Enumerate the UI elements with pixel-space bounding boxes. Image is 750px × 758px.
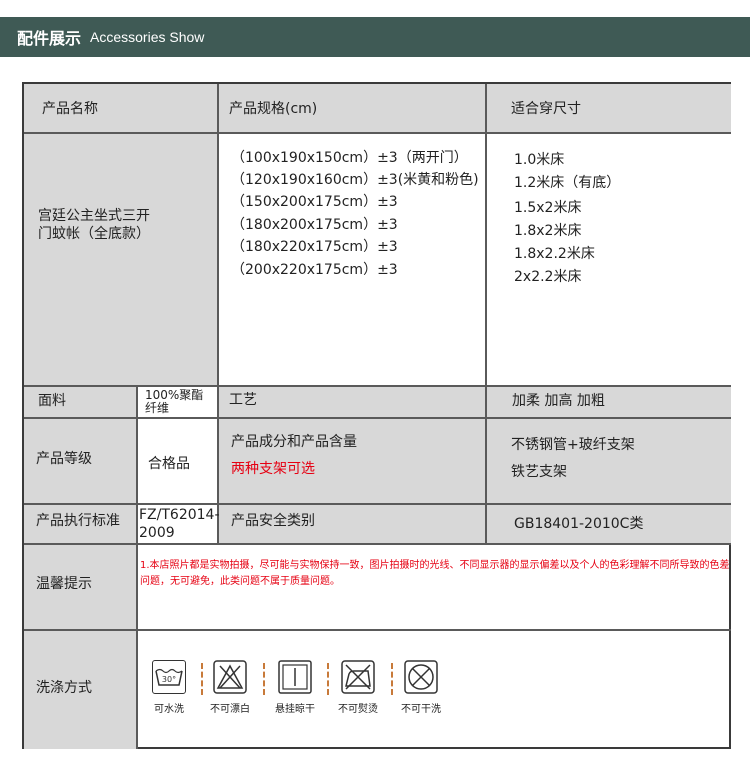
iron-cross-icon: [341, 660, 375, 694]
standard-label: 产品执行标准: [36, 513, 120, 529]
fabric-value-line: 纤维: [145, 401, 170, 415]
section-title-cn: 配件展示: [17, 29, 82, 48]
wash-tub-icon: 30°: [155, 668, 183, 686]
standard-value-line: 2009: [139, 525, 175, 541]
row-divider: [24, 385, 731, 387]
label-col-bg-name: [24, 133, 218, 386]
row-divider: [24, 417, 731, 419]
craft-bg: [218, 386, 486, 418]
grade-label: 产品等级: [36, 451, 92, 467]
product-name-line: 宫廷公主坐式三开: [38, 208, 150, 224]
triangle-cross-icon: [213, 660, 247, 694]
wash-icon-label: 不可漂白: [210, 704, 250, 715]
no-dry-clean-icon: 不可干洗: [396, 660, 446, 715]
wash-divider: [327, 663, 329, 695]
composition-note: 两种支架可选: [231, 461, 315, 477]
fit-item: 1.0米床: [514, 152, 565, 168]
wash-divider: [391, 663, 393, 695]
header-product-name: 产品名称: [42, 101, 98, 117]
no-bleach-icon: 不可漂白: [205, 660, 255, 715]
safety-value: GB18401-2010C类: [514, 516, 644, 532]
fit-item: 1.8x2.2米床: [514, 246, 595, 262]
notice-text: 1.本店照片都是实物拍摄，尽可能与实物保持一致，图片拍摄时的光线、不同显示器的显…: [140, 560, 730, 587]
row-divider: [24, 629, 731, 631]
fit-item: 1.5x2米床: [514, 200, 582, 216]
spec-item: （200x220x175cm）±3: [231, 262, 398, 278]
section-title-en: Accessories Show: [90, 29, 205, 45]
safety-label: 产品安全类别: [231, 513, 315, 529]
wash-icon-label: 不可熨烫: [338, 704, 378, 715]
spec-table: 产品名称 产品规格(cm) 适合穿尺寸 宫廷公主坐式三开 门蚊帐（全底款） （1…: [22, 82, 731, 749]
product-name-line: 门蚊帐（全底款）: [38, 226, 150, 242]
notice-label: 温馨提示: [36, 576, 92, 592]
fit-item: 2x2.2米床: [514, 269, 582, 285]
section-header: 配件展示 Accessories Show: [0, 17, 750, 57]
standard-value-line: FZ/T62014-: [139, 507, 220, 523]
row-divider: [24, 503, 731, 505]
spec-item: （120x190x160cm）±3(米黄和粉色): [231, 172, 479, 188]
col-divider: [217, 84, 219, 544]
craft-label: 工艺: [229, 392, 257, 408]
grade-value: 合格品: [148, 456, 190, 472]
header-fit-size: 适合穿尺寸: [511, 101, 581, 117]
no-iron-icon: 不可熨烫: [333, 660, 383, 715]
craft-value: 加柔 加高 加粗: [512, 393, 605, 409]
header-product-spec: 产品规格(cm): [229, 101, 318, 117]
spec-item: （180x200x175cm）±3: [231, 217, 398, 233]
square-line-icon: [278, 660, 312, 694]
col-divider: [485, 84, 487, 544]
row-divider: [24, 132, 731, 134]
fit-item: 1.8x2米床: [514, 223, 582, 239]
wash-icon-label: 可水洗: [154, 704, 184, 715]
spec-item: （180x220x175cm）±3: [231, 239, 398, 255]
composition-value-bg: [486, 418, 731, 504]
wash-icon-label: 不可干洗: [401, 704, 441, 715]
col-divider: [136, 386, 138, 749]
wash-divider: [263, 663, 265, 695]
row-divider: [24, 543, 731, 545]
fit-item: 1.2米床（有底）: [514, 175, 621, 191]
wash-label: 洗涤方式: [36, 680, 92, 696]
wash-30-icon: 30° 可水洗: [144, 660, 194, 715]
wash-temp-symbol: 30°: [162, 675, 176, 684]
wash-divider: [201, 663, 203, 695]
spec-item: （150x200x175cm）±3: [231, 194, 398, 210]
hang-dry-icon: 悬挂晾干: [270, 660, 320, 715]
fabric-value-line: 100%聚酯: [145, 388, 204, 402]
composition-label: 产品成分和产品含量: [231, 434, 357, 450]
wash-icon-label: 悬挂晾干: [275, 704, 315, 715]
composition-value-line: 不锈钢管+玻纤支架: [511, 437, 635, 453]
circle-cross-icon: [404, 660, 438, 694]
fabric-label: 面料: [38, 393, 66, 409]
spec-item: （100x190x150cm）±3（两开门）: [231, 150, 468, 166]
composition-value-line: 铁艺支架: [511, 464, 567, 480]
